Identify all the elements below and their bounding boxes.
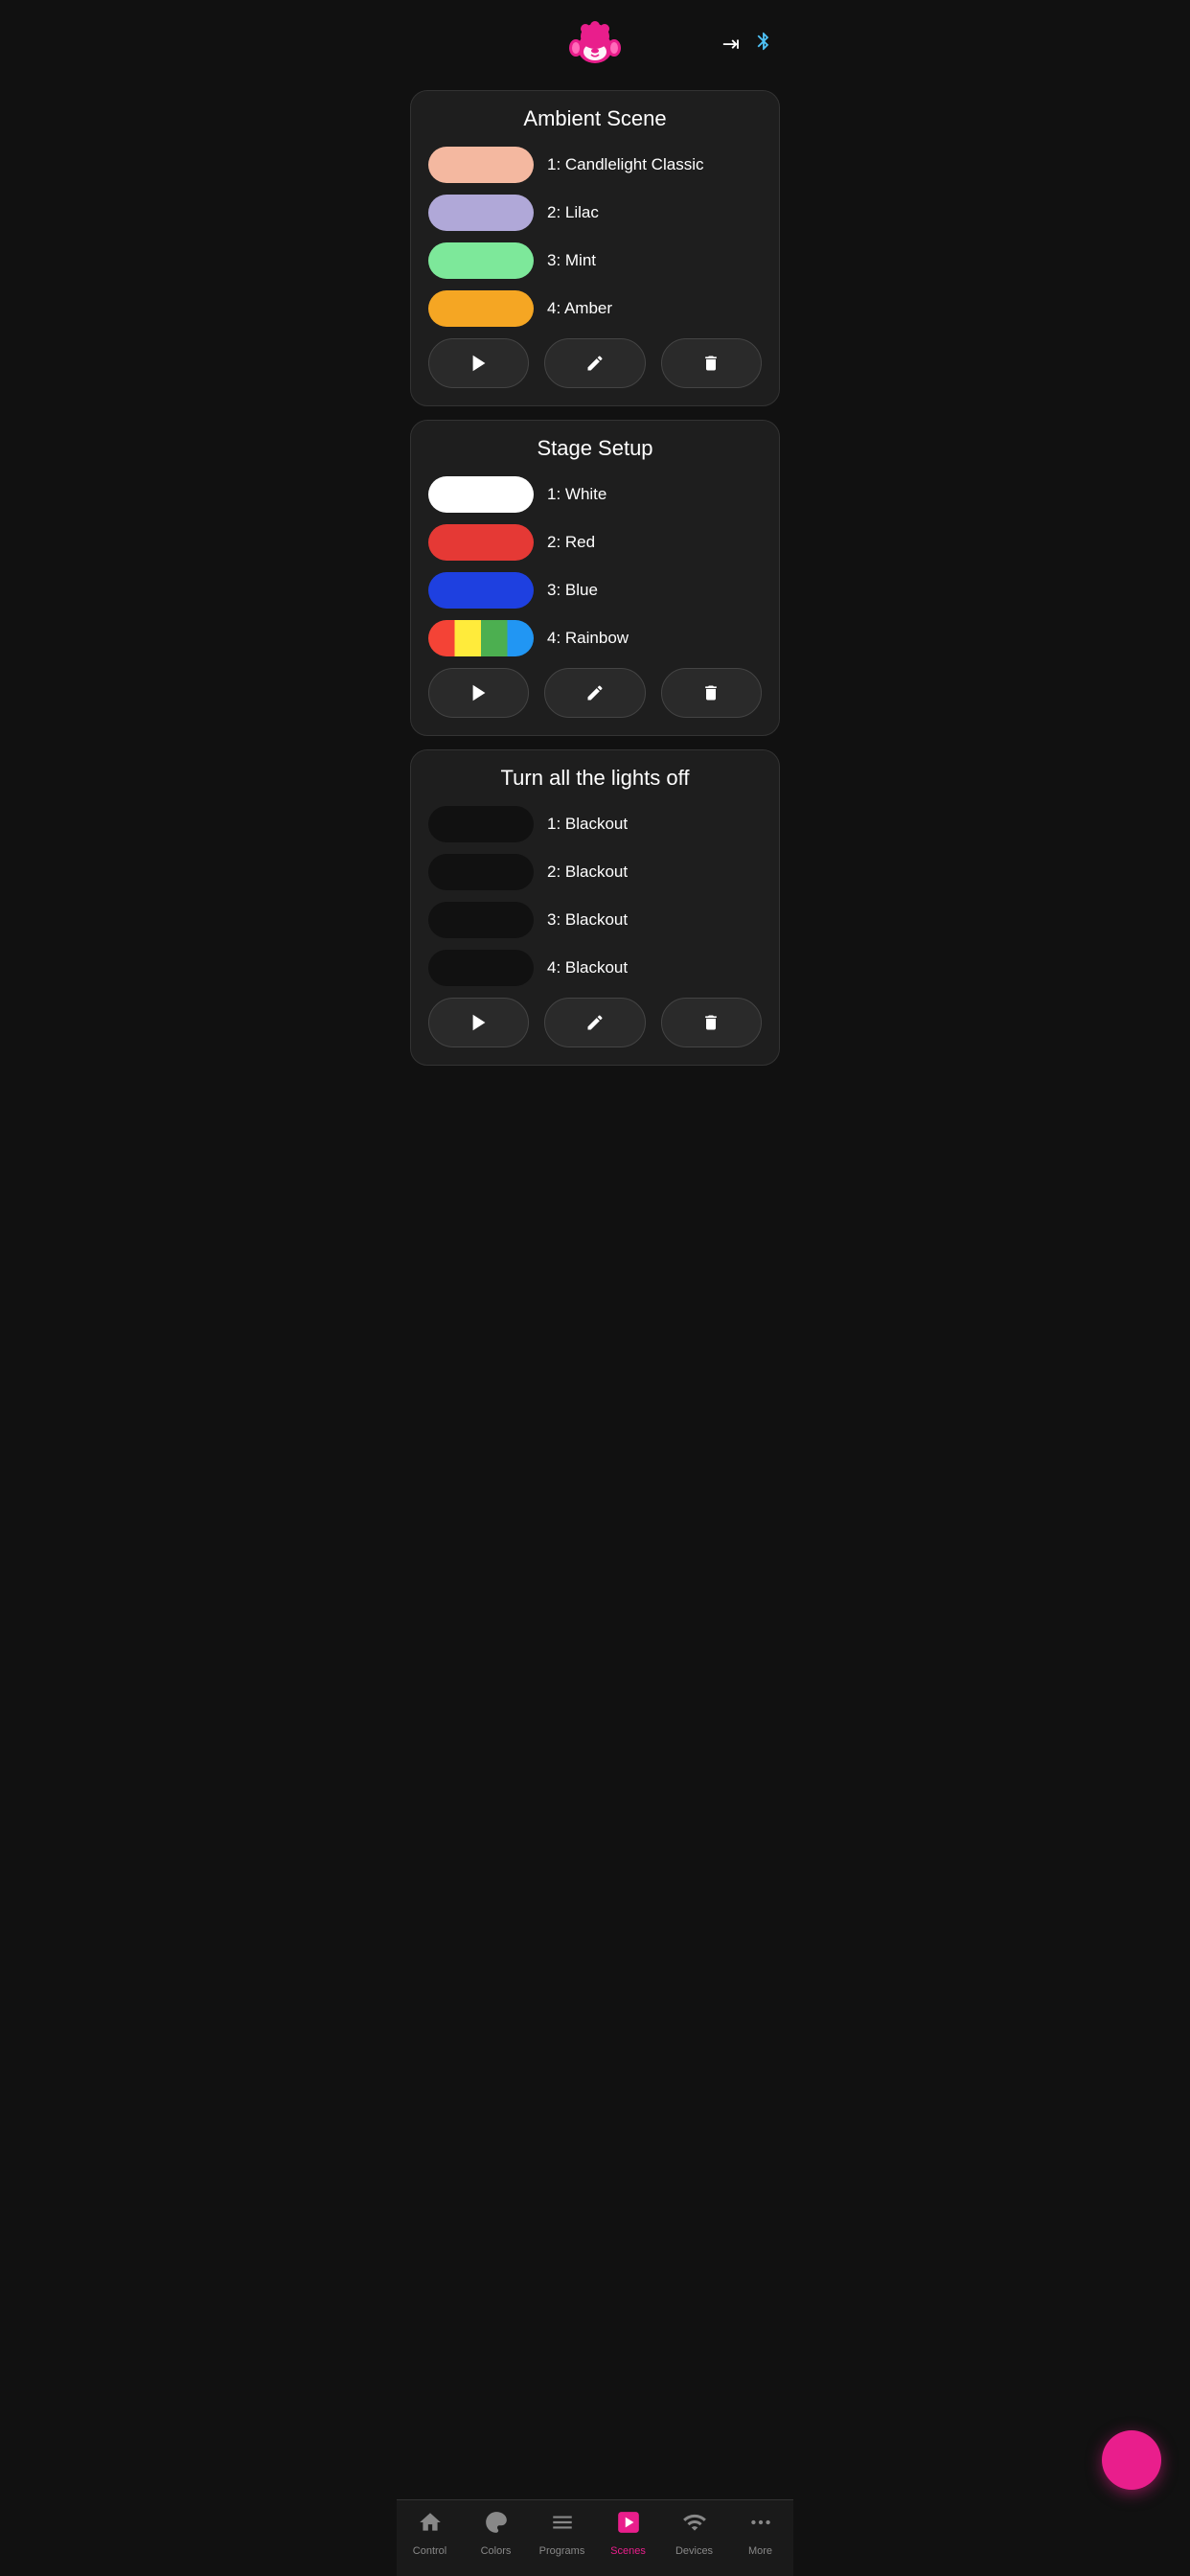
color-label: 4: Blackout [547,958,628,978]
color-row: 2: Blackout [428,854,762,890]
color-label: 1: Candlelight Classic [547,155,703,174]
add-scene-button[interactable] [1102,2430,1161,2490]
scene-card-stage_setup: Stage Setup 1: White 2: Red 3: Blue 4: Rainb… [410,420,780,736]
scene-title: Turn all the lights off [428,766,762,791]
color-label: 2: Lilac [547,203,599,222]
scene-title: Stage Setup [428,436,762,461]
color-row: 3: Blue [428,572,762,609]
color-swatch [428,806,534,842]
bluetooth-icon[interactable] [753,31,774,58]
delete-button[interactable] [661,998,762,1047]
bottom-navigation: Control Colors Programs Scenes Devices More [397,2499,793,2576]
color-swatch [428,195,534,231]
color-row: 1: White [428,476,762,513]
scenes-list: Ambient Scene 1: Candlelight Classic 2: Li… [397,82,793,1162]
action-buttons [428,998,762,1047]
delete-button[interactable] [661,668,762,718]
edit-button[interactable] [544,338,645,388]
color-label: 3: Blackout [547,910,628,930]
color-label: 2: Red [547,533,595,552]
color-label: 4: Amber [547,299,612,318]
colors-icon [484,2510,509,2542]
nav-item-programs[interactable]: Programs [534,2510,591,2557]
delete-button[interactable] [661,338,762,388]
color-row: 4: Amber [428,290,762,327]
color-row: 4: Blackout [428,950,762,986]
color-label: 3: Blue [547,581,598,600]
action-buttons [428,338,762,388]
nav-item-more[interactable]: More [732,2510,790,2557]
color-swatch [428,902,534,938]
edit-button[interactable] [544,668,645,718]
color-label: 1: White [547,485,606,504]
color-swatch [428,854,534,890]
action-buttons [428,668,762,718]
scenes-icon [616,2510,641,2542]
color-swatch [428,572,534,609]
color-label: 2: Blackout [547,862,628,882]
scene-title: Ambient Scene [428,106,762,131]
color-swatch [428,290,534,327]
color-row: 2: Lilac [428,195,762,231]
color-row: 1: Blackout [428,806,762,842]
nav-item-scenes[interactable]: Scenes [600,2510,657,2557]
header: ⇥ [397,0,793,82]
scenes-nav-label: Scenes [610,2545,646,2557]
header-icons: ⇥ [722,31,774,58]
control-nav-label: Control [413,2545,446,2557]
color-swatch [428,147,534,183]
programs-nav-label: Programs [539,2545,585,2557]
edit-button[interactable] [544,998,645,1047]
color-swatch [428,476,534,513]
nav-item-control[interactable]: Control [401,2510,459,2557]
devices-nav-label: Devices [675,2545,713,2557]
play-button[interactable] [428,668,529,718]
scene-card-ambient_scene: Ambient Scene 1: Candlelight Classic 2: Li… [410,90,780,406]
color-label: 3: Mint [547,251,596,270]
nav-item-colors[interactable]: Colors [468,2510,525,2557]
play-button[interactable] [428,338,529,388]
color-row: 2: Red [428,524,762,561]
color-row: 4: Rainbow [428,620,762,656]
rainbow-swatch [428,620,534,656]
color-swatch [428,524,534,561]
scene-card-lights_off: Turn all the lights off 1: Blackout 2: Bla… [410,749,780,1066]
color-row: 3: Mint [428,242,762,279]
devices-icon [682,2510,707,2542]
more-nav-label: More [748,2545,772,2557]
colors-nav-label: Colors [481,2545,512,2557]
color-swatch [428,242,534,279]
color-row: 3: Blackout [428,902,762,938]
color-label: 4: Rainbow [547,629,629,648]
nav-item-devices[interactable]: Devices [666,2510,723,2557]
control-icon [418,2510,443,2542]
color-label: 1: Blackout [547,815,628,834]
color-row: 1: Candlelight Classic [428,147,762,183]
app-logo [566,15,624,73]
programs-icon [550,2510,575,2542]
play-button[interactable] [428,998,529,1047]
color-swatch [428,950,534,986]
more-icon [748,2510,773,2542]
login-icon[interactable]: ⇥ [722,32,740,57]
